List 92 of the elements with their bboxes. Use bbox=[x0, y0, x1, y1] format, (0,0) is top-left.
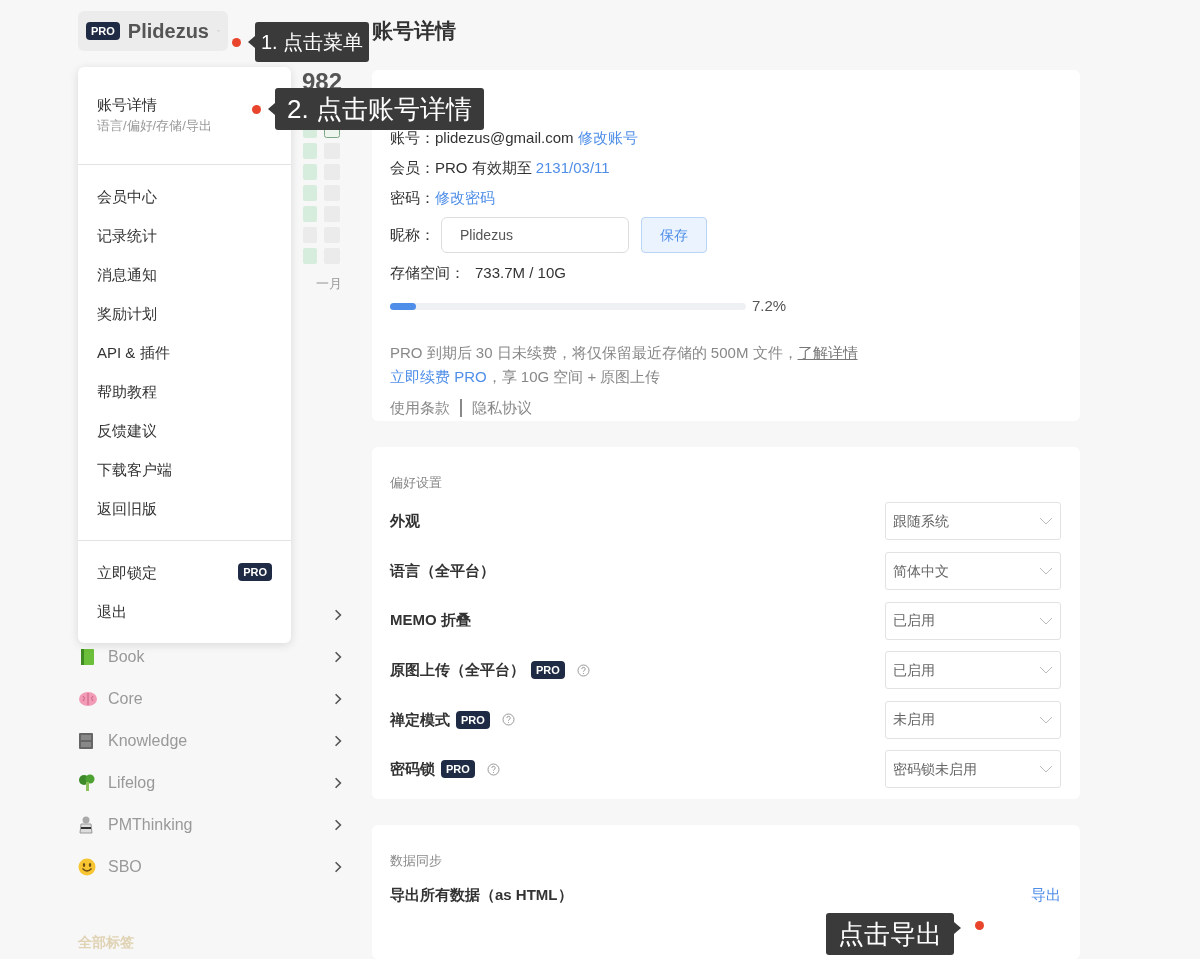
menu-item[interactable]: 消息通知 bbox=[78, 254, 291, 294]
chevron-down-icon bbox=[1039, 715, 1053, 724]
menu-item-label: 反馈建议 bbox=[97, 420, 157, 441]
menu-item-subtitle: 语言/偏好/存储/导出 bbox=[97, 117, 213, 135]
menu-item[interactable]: 退出 bbox=[78, 591, 291, 631]
menu-item[interactable]: 下载客户端 bbox=[78, 449, 291, 489]
chevron-right-icon bbox=[334, 776, 342, 789]
field-link[interactable]: 2131/03/11 bbox=[535, 156, 610, 180]
menu-item[interactable]: 返回旧版 bbox=[78, 488, 291, 528]
annotation-tooltip: 2. 点击账号详情 bbox=[275, 88, 484, 130]
footer-link[interactable]: 使用条款 bbox=[390, 396, 450, 419]
pro-badge: PRO bbox=[456, 710, 490, 729]
pro-badge: PRO bbox=[531, 661, 565, 680]
menu-item[interactable]: 奖励计划 bbox=[78, 293, 291, 333]
book-icon bbox=[78, 647, 96, 666]
pro-badge: PRO bbox=[441, 760, 475, 779]
account-menu-button[interactable]: PRO Plidezus bbox=[78, 11, 228, 51]
menu-item-label: 记录统计 bbox=[97, 225, 157, 246]
setting-select[interactable]: 已启用 bbox=[885, 651, 1061, 690]
menu-item-label: 会员中心 bbox=[97, 186, 157, 207]
all-tags-heading: 全部标签 bbox=[78, 932, 135, 952]
annotation-tooltip: 1. 点击菜单 bbox=[255, 22, 370, 62]
setting-label: 原图上传（全平台） bbox=[390, 659, 525, 680]
setting-select[interactable]: 简体中文 bbox=[885, 552, 1061, 590]
page-title: 账号详情 bbox=[372, 18, 457, 44]
chevron-right-icon bbox=[334, 650, 342, 663]
annotation-tooltip: 点击导出 bbox=[826, 913, 954, 955]
menu-item-label: 帮助教程 bbox=[97, 381, 157, 402]
menu-item[interactable]: 立即锁定 PRO bbox=[78, 552, 291, 592]
setting-label: 导出所有数据（as HTML） bbox=[390, 885, 573, 905]
chevron-right-icon bbox=[334, 692, 342, 705]
field-value: plidezus@gmail.com bbox=[435, 127, 574, 148]
section-heading: 数据同步 bbox=[390, 851, 443, 870]
storage-percent: 7.2% bbox=[752, 296, 787, 316]
field-link[interactable]: 修改密码 bbox=[435, 186, 495, 210]
figure-icon bbox=[78, 815, 94, 834]
menu-item-label: 消息通知 bbox=[97, 264, 157, 285]
export-link[interactable]: 导出 bbox=[1031, 884, 1061, 907]
menu-item[interactable]: API & 插件 bbox=[78, 332, 291, 372]
menu-item[interactable]: 反馈建议 bbox=[78, 410, 291, 450]
help-icon bbox=[501, 713, 515, 727]
field-label: 会员： bbox=[390, 157, 435, 178]
chevron-right-icon bbox=[334, 860, 342, 873]
field-label: 账号： bbox=[390, 127, 435, 148]
cabinet-icon bbox=[78, 731, 94, 750]
chevron-down-icon bbox=[1039, 616, 1053, 625]
setting-select[interactable]: 已启用 bbox=[885, 601, 1061, 640]
field-label: 昵称： bbox=[390, 224, 435, 245]
field-label: 密码： bbox=[390, 187, 435, 208]
storage-value: 733.7M / 10G bbox=[475, 262, 566, 283]
menu-item-label: 返回旧版 bbox=[97, 498, 157, 519]
setting-select[interactable]: 密码锁未启用 bbox=[885, 750, 1061, 789]
menu-item-label: 退出 bbox=[97, 601, 127, 622]
menu-item-label: 奖励计划 bbox=[97, 303, 157, 324]
setting-select[interactable]: 跟随系统 bbox=[885, 502, 1061, 541]
pro-badge: PRO bbox=[238, 563, 272, 581]
setting-label: 外观 bbox=[390, 511, 420, 532]
pro-badge: PRO bbox=[86, 22, 120, 40]
chevron-down-icon bbox=[1039, 666, 1053, 675]
help-icon bbox=[576, 663, 590, 677]
field-value: PRO 有效期至 bbox=[435, 157, 532, 178]
nickname-field[interactable]: Plidezus bbox=[441, 217, 629, 253]
menu-item[interactable]: 帮助教程 bbox=[78, 371, 291, 411]
field-link[interactable]: 修改账号 bbox=[577, 126, 638, 150]
renew-link[interactable]: 立即续费 PRO bbox=[390, 368, 487, 385]
chevron-down-icon bbox=[1039, 765, 1053, 774]
help-icon bbox=[486, 762, 500, 776]
setting-label: MEMO 折叠 bbox=[390, 610, 471, 631]
menu-item-label: API & 插件 bbox=[97, 342, 170, 363]
brain-icon bbox=[78, 690, 98, 707]
footer-link[interactable]: 隐私协议 bbox=[472, 396, 532, 419]
chevron-right-icon bbox=[334, 608, 342, 621]
chevron-right-icon bbox=[334, 818, 342, 831]
menu-item-label: 账号详情 bbox=[97, 95, 157, 115]
field-label: 存储空间： bbox=[390, 262, 465, 283]
chevron-down-icon bbox=[1039, 517, 1053, 526]
chevron-right-icon bbox=[334, 734, 342, 747]
setting-label: 语言（全平台） bbox=[390, 560, 495, 581]
expiry-notice: PRO 到期后 30 日未续费，将仅保留最近存储的 500M 文件，了解详情 bbox=[390, 342, 859, 363]
section-heading: 偏好设置 bbox=[390, 474, 443, 493]
setting-select[interactable]: 未启用 bbox=[885, 700, 1061, 739]
menu-item-label: 下载客户端 bbox=[97, 459, 172, 480]
smiley-icon bbox=[78, 857, 96, 876]
menu-item-label: 立即锁定 bbox=[97, 562, 157, 583]
chevron-down-icon bbox=[1039, 567, 1053, 575]
menu-item[interactable]: 会员中心 bbox=[78, 176, 291, 216]
setting-label: 禅定模式 bbox=[390, 709, 450, 730]
learn-more-link[interactable]: 了解详情 bbox=[797, 343, 858, 361]
menu-item[interactable]: 记录统计 bbox=[78, 215, 291, 255]
renew-notice: 立即续费 PRO，享 10G 空间 + 原图上传 bbox=[390, 367, 662, 387]
tooltip-pointer bbox=[954, 922, 961, 934]
setting-label: 密码锁 bbox=[390, 759, 435, 780]
